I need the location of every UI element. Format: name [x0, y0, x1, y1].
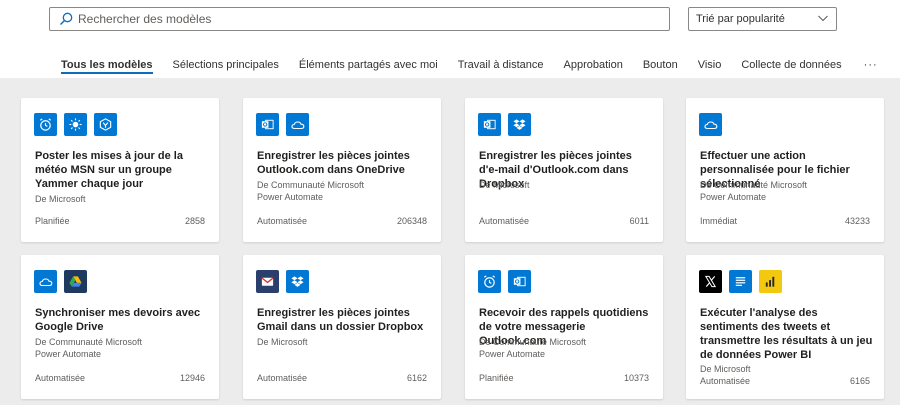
card-author-line: Power Automate: [257, 192, 324, 202]
template-card[interactable]: Exécuter l'analyse des sentiments des tw…: [686, 255, 884, 399]
template-card[interactable]: Enregistrer les pièces jointes Gmail dan…: [243, 255, 441, 399]
template-grid: Poster les mises à jour de la météo MSN …: [0, 78, 900, 405]
card-author-line: De Communauté Microsoft: [257, 180, 365, 190]
tab-all-templates[interactable]: Tous les modèles: [51, 56, 163, 78]
card-usage-count: 43233: [844, 216, 870, 226]
outlook-icon: [508, 270, 531, 293]
card-usage-count: 10373: [623, 373, 649, 383]
tab-remote-work[interactable]: Travail à distance: [448, 56, 554, 78]
card-author: De Communauté Microsoft Power Automate: [700, 179, 875, 203]
card-author: De Communauté Microsoft Power Automate: [257, 179, 432, 203]
card-type: Automatisée: [257, 373, 308, 383]
x-twitter-icon: [699, 270, 722, 293]
alarm-clock-icon: [478, 270, 501, 293]
power-bi-icon: [759, 270, 782, 293]
card-type: Automatisée: [257, 216, 308, 226]
card-author-line: De Microsoft: [479, 180, 530, 190]
card-author: De Communauté Microsoft Power Automate: [479, 336, 654, 360]
outlook-icon: [256, 113, 279, 136]
outlook-icon: [478, 113, 501, 136]
card-author-line: De Communauté Microsoft: [700, 180, 808, 190]
card-author: De Microsoft: [257, 336, 432, 348]
sort-dropdown[interactable]: Trié par popularité: [688, 7, 837, 31]
sort-label: Trié par popularité: [696, 13, 785, 25]
search-input[interactable]: [78, 12, 658, 26]
card-author: De Microsoft Automatisée: [700, 363, 875, 387]
card-type: Planifiée: [35, 216, 70, 226]
card-author-line: De Communauté Microsoft: [479, 337, 587, 347]
card-author-line: Automatisée: [700, 376, 751, 386]
onedrive-icon: [699, 113, 722, 136]
card-title: Enregistrer les pièces jointes Outlook.c…: [257, 150, 410, 176]
more-tabs-button[interactable]: ···: [852, 56, 890, 78]
card-author-line: Power Automate: [35, 349, 102, 359]
search-icon: [59, 12, 73, 26]
onedrive-icon: [286, 113, 309, 136]
template-card[interactable]: Poster les mises à jour de la météo MSN …: [21, 98, 219, 242]
category-tabs: Tous les modèles Sélections principales …: [51, 56, 890, 78]
tab-top-picks[interactable]: Sélections principales: [163, 56, 289, 78]
template-card[interactable]: Enregistrer les pièces jointes Outlook.c…: [243, 98, 441, 242]
onedrive-icon: [34, 270, 57, 293]
card-type: Automatisée: [35, 373, 86, 383]
chevron-down-icon: [817, 12, 829, 24]
google-drive-icon: [64, 270, 87, 293]
card-author-line: De Microsoft: [35, 194, 86, 204]
alarm-clock-icon: [34, 113, 57, 136]
template-card[interactable]: Enregistrer les pièces jointes d'e-mail …: [465, 98, 663, 242]
card-usage-count: 6011: [629, 216, 649, 226]
card-title: Exécuter l'analyse des sentiments des tw…: [700, 307, 873, 361]
card-title: Enregistrer les pièces jointes Gmail dan…: [257, 307, 424, 333]
template-card[interactable]: Recevoir des rappels quotidiens de votre…: [465, 255, 663, 399]
search-box[interactable]: [49, 7, 670, 31]
card-type: Automatisée: [479, 216, 530, 226]
card-author-line: De Microsoft: [257, 337, 308, 347]
card-author: De Communauté Microsoft Power Automate: [35, 336, 210, 360]
card-usage-count: 6165: [849, 376, 870, 386]
top-bar: Trié par popularité Tous les modèles Sél…: [0, 0, 900, 78]
tab-approval[interactable]: Approbation: [554, 56, 633, 78]
card-author-line: De Communauté Microsoft: [35, 337, 143, 347]
card-usage-count: 206348: [396, 216, 427, 226]
dropbox-icon: [286, 270, 309, 293]
text-analytics-icon: [729, 270, 752, 293]
tab-visio[interactable]: Visio: [688, 56, 732, 78]
card-usage-count: 6162: [406, 373, 427, 383]
template-card[interactable]: Effectuer une action personnalisée pour …: [686, 98, 884, 242]
template-card[interactable]: Synchroniser mes devoirs avec Google Dri…: [21, 255, 219, 399]
card-type: Planifiée: [479, 373, 514, 383]
gmail-icon: [256, 270, 279, 293]
card-usage-count: 12946: [179, 373, 205, 383]
card-author-line: Power Automate: [479, 349, 546, 359]
card-author-line: Power Automate: [700, 192, 767, 202]
sun-weather-icon: [64, 113, 87, 136]
tab-shared-with-me[interactable]: Éléments partagés avec moi: [289, 56, 448, 78]
card-author: De Microsoft: [35, 193, 210, 205]
dropbox-icon: [508, 113, 531, 136]
card-author: De Microsoft: [479, 179, 654, 191]
card-usage-count: 2858: [184, 216, 205, 226]
tab-data-collection[interactable]: Collecte de données: [731, 56, 851, 78]
card-type: Immédiat: [700, 216, 738, 226]
card-author-line: De Microsoft: [700, 364, 751, 374]
card-title: Poster les mises à jour de la météo MSN …: [35, 150, 183, 190]
tab-button[interactable]: Bouton: [633, 56, 688, 78]
yammer-icon: [94, 113, 117, 136]
card-title: Synchroniser mes devoirs avec Google Dri…: [35, 307, 201, 333]
